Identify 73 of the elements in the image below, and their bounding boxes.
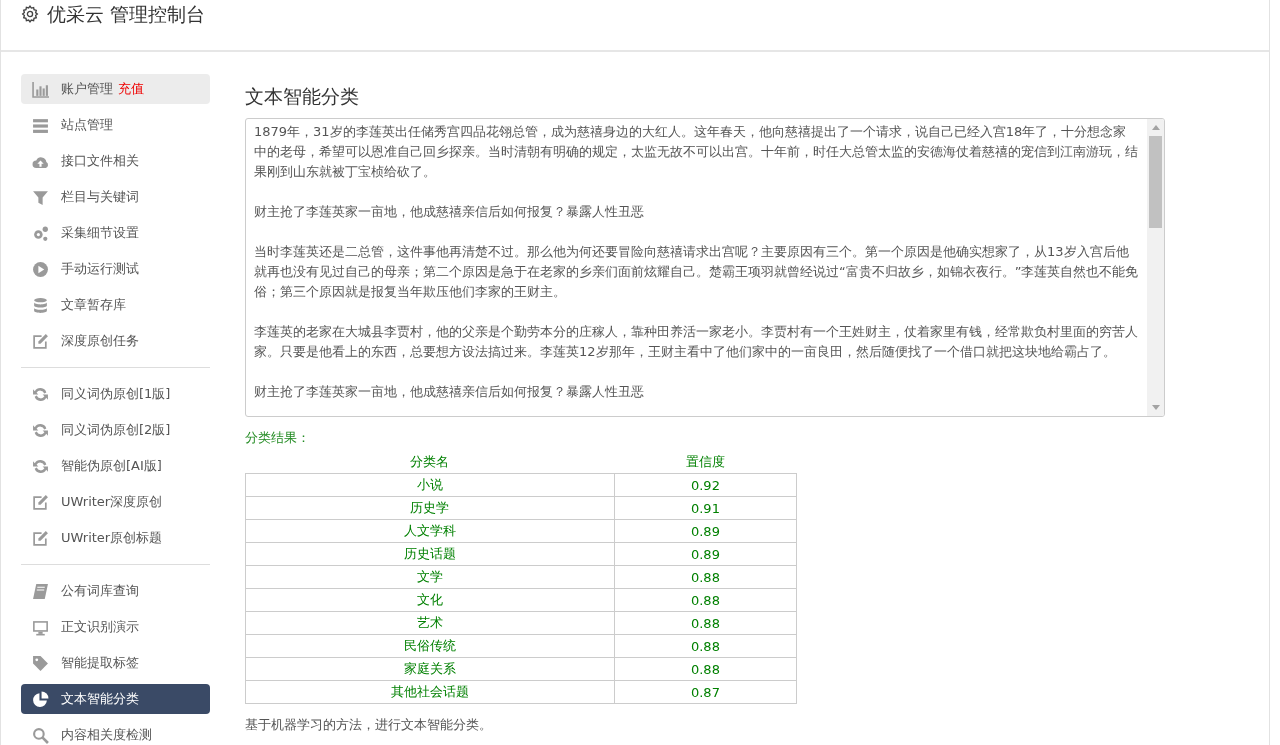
description-text: 基于机器学习的方法，进行文本智能分类。 xyxy=(245,716,493,734)
column-header: 置信度 xyxy=(614,451,797,474)
table-cell: 艺术 xyxy=(245,611,615,635)
sidebar-item[interactable]: 同义词伪原创[2版] xyxy=(21,415,210,445)
monitor-icon xyxy=(32,618,49,636)
scrollbar[interactable] xyxy=(1147,119,1164,416)
table-cell: 文学 xyxy=(245,565,615,589)
table-cell: 0.87 xyxy=(614,680,797,704)
app-title: 优采云 管理控制台 xyxy=(47,3,206,25)
sidebar-item[interactable]: UWriter原创标题 xyxy=(21,523,210,553)
edit-icon xyxy=(32,332,49,350)
text-paragraph: 李莲英的老家在大城县李贾村，他的父亲是个勤劳本分的庄稼人，靠种田养活一家老小。李贾村有一个王姓财主，仗着家里有钱，经常欺负村里面的穷苦人家。只要是他看上的东西，总要想方设法搞过来。李莲英12岁那年，王财主看中了他们家中的一亩良田，然后随便找了一个借口就把这块地给霸占了。 xyxy=(254,323,1139,361)
table-cell: 民俗传统 xyxy=(245,634,615,658)
table-cell: 0.88 xyxy=(614,657,797,681)
table-cell: 0.88 xyxy=(614,634,797,658)
sidebar-item[interactable]: 文本智能分类 xyxy=(21,684,210,714)
table-cell: 0.88 xyxy=(614,588,797,612)
settings-icon xyxy=(21,5,39,23)
table-cell: 0.88 xyxy=(614,565,797,589)
sidebar-item[interactable]: 文章暂存库 xyxy=(21,290,210,320)
sidebar-item[interactable]: 智能伪原创[AI版] xyxy=(21,451,210,481)
table-cell: 历史话题 xyxy=(245,542,615,566)
sidebar-item[interactable]: 深度原创任务 xyxy=(21,326,210,356)
gears-icon xyxy=(32,224,49,242)
text-paragraph: 财主抢了李莲英家一亩地，他成慈禧亲信后如何报复？暴露人性丑恶 xyxy=(254,203,645,221)
sidebar-item[interactable]: 手动运行测试 xyxy=(21,254,210,284)
pie-chart-icon xyxy=(32,690,49,708)
database-icon xyxy=(32,296,49,314)
filter-icon xyxy=(32,188,49,206)
table-cell: 0.91 xyxy=(614,496,797,520)
search-icon xyxy=(32,726,49,744)
edit-icon xyxy=(32,493,49,511)
refresh-icon xyxy=(32,421,49,439)
table-cell: 其他社会话题 xyxy=(245,680,615,704)
sidebar-item[interactable]: 账户管理 充值 xyxy=(21,74,210,104)
table-cell: 家庭关系 xyxy=(245,657,615,681)
edit-icon xyxy=(32,529,49,547)
tag-icon xyxy=(32,654,49,672)
sidebar-item[interactable]: 公有词库查询 xyxy=(21,576,210,606)
text-area[interactable] xyxy=(245,118,1165,417)
sidebar-item[interactable]: UWriter深度原创 xyxy=(21,487,210,517)
play-icon xyxy=(32,260,49,278)
result-label: 分类结果： xyxy=(245,429,311,447)
sidebar-item[interactable]: 内容相关度检测 xyxy=(21,720,210,745)
chart-icon xyxy=(32,80,49,98)
scroll-down-icon[interactable] xyxy=(1151,405,1160,410)
text-paragraph: 1879年，31岁的李莲英出任储秀宫四品花翎总管，成为慈禧身边的大红人。这年春天，他向慈禧提出了一个请求，说自己已经入宫18年了，十分想念家中的老母，希望可以恩准自己回乡探亲。当时清朝有明确的规定，太监无故不可以出宫。十年前，时任大总管太监的安德海仗着慈禧的宠信到江南游玩，结果刚到山东就被丁宝桢给砍了。 xyxy=(254,123,1139,181)
table-cell: 历史学 xyxy=(245,496,615,520)
refresh-icon xyxy=(32,385,49,403)
table-cell: 文化 xyxy=(245,588,615,612)
column-header: 分类名 xyxy=(245,451,615,474)
table-cell: 0.88 xyxy=(614,611,797,635)
sidebar-item[interactable]: 同义词伪原创[1版] xyxy=(21,379,210,409)
table-cell: 人文学科 xyxy=(245,519,615,543)
page-title: 文本智能分类 xyxy=(245,84,360,109)
sidebar-item[interactable]: 站点管理 xyxy=(21,110,210,140)
table-cell: 小说 xyxy=(245,473,615,497)
table-cell: 0.89 xyxy=(614,542,797,566)
table-cell: 0.92 xyxy=(614,473,797,497)
text-paragraph: 财主抢了李莲英家一亩地，他成慈禧亲信后如何报复？暴露人性丑恶 xyxy=(254,383,645,401)
refresh-icon xyxy=(32,457,49,475)
sidebar-item[interactable]: 栏目与关键词 xyxy=(21,182,210,212)
sidebar-item[interactable]: 正文识别演示 xyxy=(21,612,210,642)
table-cell: 0.89 xyxy=(614,519,797,543)
recharge-link[interactable]: 充值 xyxy=(118,80,144,98)
sidebar-item[interactable]: 智能提取标签 xyxy=(21,648,210,678)
sidebar-item[interactable]: 接口文件相关 xyxy=(21,146,210,176)
scroll-up-icon[interactable] xyxy=(1151,125,1160,130)
sidebar-item[interactable]: 采集细节设置 xyxy=(21,218,210,248)
text-paragraph: 当时李莲英还是二总管，这件事他再清楚不过。那么他为何还要冒险向慈禧请求出宫呢？主要原因有三个。第一个原因是他确实想家了，从13岁入宫后他就再也没有见过自己的母亲；第二个原因是急于在老家的乡亲们面前炫耀自己。楚霸王项羽就曾经说过“富贵不归故乡，如锦衣夜行。”李莲英自然也不能免俗；第三个原因就是报复当年欺压他们李家的王财主。 xyxy=(254,243,1139,301)
server-icon xyxy=(32,116,49,134)
book-icon xyxy=(32,582,49,600)
scroll-thumb[interactable] xyxy=(1149,136,1162,228)
